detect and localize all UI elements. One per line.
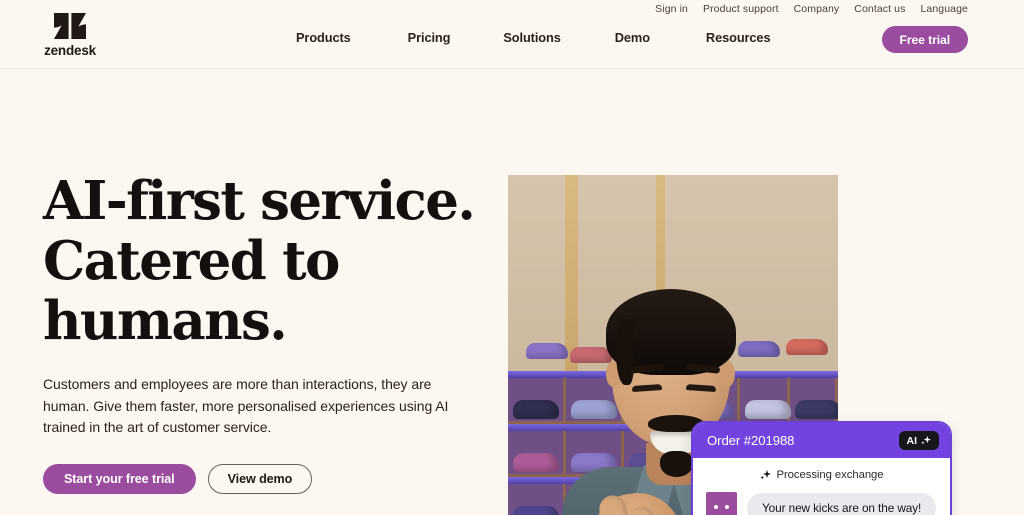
headline-line-1: AI-first service.	[43, 170, 476, 232]
shelf-cell	[790, 378, 838, 424]
shelf-shoe-top-2	[570, 347, 612, 363]
ai-chat-card: Order #201988 AI Processing exchange You…	[691, 421, 952, 515]
shelf-cell	[508, 378, 566, 424]
hero-subcopy: Customers and employees are more than in…	[43, 376, 449, 435]
shelf-cell	[508, 431, 566, 477]
nav-item-products[interactable]: Products	[296, 30, 351, 45]
person-hair	[606, 289, 736, 385]
nav-item-demo[interactable]: Demo	[615, 30, 650, 45]
free-trial-button[interactable]: Free trial	[881, 26, 968, 53]
chat-status-row: Processing exchange	[706, 469, 937, 481]
view-demo-button[interactable]: View demo	[207, 463, 313, 494]
shelf-shoe-top-1	[526, 343, 568, 359]
zendesk-logo[interactable]: zendesk	[43, 13, 97, 58]
shelf-shoe-top-4	[786, 339, 828, 355]
main-nav: Products Pricing Solutions Demo Resource…	[296, 30, 771, 45]
hero-cta-row: Start your free trial View demo	[43, 463, 483, 494]
utility-link-product-support[interactable]: Product support	[703, 3, 779, 15]
nav-item-pricing[interactable]: Pricing	[408, 30, 451, 45]
shelf-cell	[740, 378, 791, 424]
headline-line-3: humans.	[43, 290, 288, 352]
avatar	[706, 492, 737, 515]
page-title: AI-first service. Catered to humans.	[43, 171, 483, 351]
utility-link-company[interactable]: Company	[794, 3, 840, 15]
chat-card-body: Processing exchange Your new kicks are o…	[693, 458, 950, 515]
hero-copy: AI-first service. Catered to humans. Cus…	[43, 171, 483, 494]
avatar-eye-left	[714, 505, 718, 509]
utility-link-sign-in[interactable]: Sign in	[655, 3, 688, 15]
ai-badge[interactable]: AI	[898, 431, 939, 450]
avatar-eye-right	[725, 505, 729, 509]
shelf-cell	[508, 484, 566, 515]
status-text: Processing exchange	[776, 469, 884, 481]
order-title: Order #201988	[707, 433, 795, 448]
hero-section: AI-first service. Catered to humans. Cus…	[0, 69, 1024, 515]
shelf-shoe-top-3	[738, 341, 780, 357]
chat-message-bubble: Your new kicks are on the way!	[747, 492, 937, 515]
sparkle-icon	[760, 470, 772, 480]
zendesk-logo-mark	[54, 13, 86, 39]
utility-nav: Sign in Product support Company Contact …	[655, 1, 968, 17]
utility-link-language[interactable]: Language	[920, 3, 968, 15]
start-free-trial-button[interactable]: Start your free trial	[43, 463, 196, 494]
nav-item-resources[interactable]: Resources	[706, 30, 771, 45]
wall-beam-left	[565, 175, 578, 375]
site-header: Sign in Product support Company Contact …	[0, 0, 1024, 69]
utility-link-contact-us[interactable]: Contact us	[854, 3, 905, 15]
chat-message-row: Your new kicks are on the way!	[706, 492, 937, 515]
sparkle-icon	[921, 435, 931, 445]
zendesk-wordmark: zendesk	[44, 43, 96, 58]
ai-badge-label: AI	[906, 434, 918, 447]
chat-card-header: Order #201988 AI	[693, 423, 950, 458]
person-goatee	[660, 451, 693, 477]
headline-line-2: Catered to	[43, 230, 340, 292]
nav-item-solutions[interactable]: Solutions	[503, 30, 561, 45]
